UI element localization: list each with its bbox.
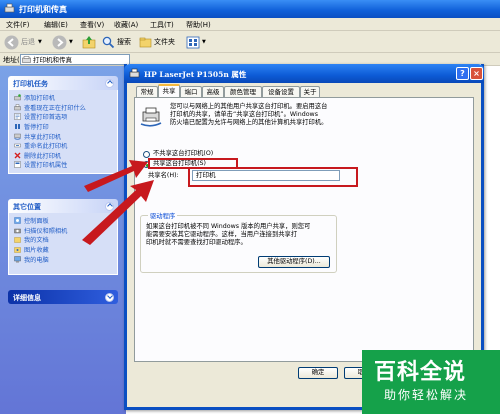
menu-favorites[interactable]: 收藏(A)	[114, 20, 138, 30]
my-pictures-icon	[14, 247, 21, 253]
views-button[interactable]: ▼	[186, 34, 206, 50]
close-button[interactable]: ×	[470, 67, 483, 80]
toolbar: 后退 ▼ ▼ 搜索 文件夹 ▼	[0, 31, 500, 53]
control-panel-icon	[14, 217, 21, 224]
menu-tools[interactable]: 工具(T)	[150, 20, 174, 30]
forward-button[interactable]: ▼	[52, 34, 73, 50]
preferences-icon	[14, 113, 21, 121]
my-documents-icon	[14, 237, 21, 244]
task-see-printing[interactable]: 查看现在正在打印什么	[9, 103, 117, 113]
share-hand-icon	[14, 133, 21, 140]
scanner-camera-icon	[14, 228, 21, 234]
printer-tasks-header[interactable]: 打印机任务	[8, 76, 118, 90]
up-folder-button[interactable]	[82, 34, 96, 50]
forward-dropdown-icon: ▼	[69, 39, 73, 45]
up-folder-icon	[82, 36, 96, 49]
tab-sharing[interactable]: 共享	[158, 84, 180, 97]
search-icon	[102, 36, 115, 48]
back-arrow-icon	[4, 35, 19, 49]
details-header[interactable]: 详细信息	[8, 290, 118, 304]
main-window-title: 打印机和传真	[19, 5, 67, 14]
other-drivers-button[interactable]: 其他驱动程序(D)...	[258, 256, 330, 268]
views-dropdown-icon: ▼	[202, 39, 206, 45]
delete-x-icon	[14, 152, 21, 159]
place-my-computer[interactable]: 我的电脑	[9, 254, 117, 264]
folders-icon	[139, 37, 152, 47]
watermark-badge: 百科全说 助你轻松解决	[362, 350, 500, 414]
collapse-chevron-icon[interactable]	[105, 79, 114, 88]
drivers-description-line-2: 能需要安装其它驱动程序。这样，当用户连接到共享打	[146, 231, 298, 238]
address-input[interactable]: 打印机和传真	[20, 54, 130, 65]
tab-general[interactable]: 常规	[136, 86, 158, 97]
main-window-titlebar[interactable]: 打印机和传真	[0, 0, 500, 18]
printer-folder-small-icon	[22, 56, 31, 63]
menu-view[interactable]: 查看(V)	[80, 20, 104, 30]
share-description-line-3: 防火墙已配置为允许与网络上的其他计算机共享打印机。	[170, 119, 328, 126]
printer-icon	[129, 68, 140, 78]
rename-icon	[14, 144, 21, 148]
tab-about[interactable]: 关于	[300, 86, 320, 97]
share-description-line-1: 您可以与网络上的其他用户共享这台打印机。要启用这台	[170, 103, 328, 110]
tab-device-settings[interactable]: 设备设置	[262, 86, 300, 97]
pause-icon	[15, 124, 20, 130]
folders-button[interactable]: 文件夹	[139, 34, 175, 50]
menu-file[interactable]: 文件(F)	[6, 20, 30, 30]
menu-help[interactable]: 帮助(H)	[186, 20, 211, 30]
search-button[interactable]: 搜索	[102, 34, 131, 50]
my-computer-icon	[14, 255, 21, 263]
task-pause-printing[interactable]: 暂停打印	[9, 122, 117, 132]
dialog-title: HP LaserJet P1505n 属性	[144, 70, 247, 79]
red-arrows-annotation	[82, 160, 154, 245]
add-printer-icon	[14, 94, 21, 101]
help-button[interactable]: ?	[456, 67, 469, 80]
dialog-titlebar[interactable]: HP LaserJet P1505n 属性 ? ×	[124, 64, 484, 83]
tab-color-management[interactable]: 颜色管理	[224, 86, 262, 97]
menu-edit[interactable]: 编辑(E)	[44, 20, 68, 30]
tab-advanced[interactable]: 高级	[202, 86, 224, 97]
place-my-pictures[interactable]: 图片收藏	[9, 245, 117, 255]
share-description-line-2: 打印机的共享，请单击“共享这台打印机”。Windows	[170, 111, 318, 118]
tab-ports[interactable]: 端口	[180, 86, 202, 97]
views-grid-icon	[186, 36, 200, 48]
printer-queue-icon	[14, 104, 21, 111]
drivers-description-line-1: 如果这台打印机被不同 Windows 版本的用户共享，则您可	[146, 223, 311, 230]
watermark-title: 百科全说	[374, 360, 467, 385]
task-share-printer[interactable]: 共享此打印机	[9, 131, 117, 141]
share-name-highlight	[188, 167, 358, 187]
back-dropdown-icon: ▼	[38, 39, 42, 45]
back-button[interactable]: 后退 ▼	[4, 34, 42, 50]
expand-chevron-icon[interactable]	[105, 293, 114, 302]
shared-printer-icon	[140, 107, 162, 127]
printer-folder-icon	[4, 3, 15, 13]
task-add-printer[interactable]: 添加打印机	[9, 93, 117, 103]
ok-button[interactable]: 确定	[298, 367, 338, 379]
menubar: 文件(F) 编辑(E) 查看(V) 收藏(A) 工具(T) 帮助(H)	[0, 18, 500, 31]
watermark-subtitle: 助你轻松解决	[384, 388, 469, 402]
forward-arrow-icon	[52, 35, 67, 49]
properties-icon	[14, 161, 21, 169]
task-printing-preferences[interactable]: 设置打印首选项	[9, 112, 117, 122]
